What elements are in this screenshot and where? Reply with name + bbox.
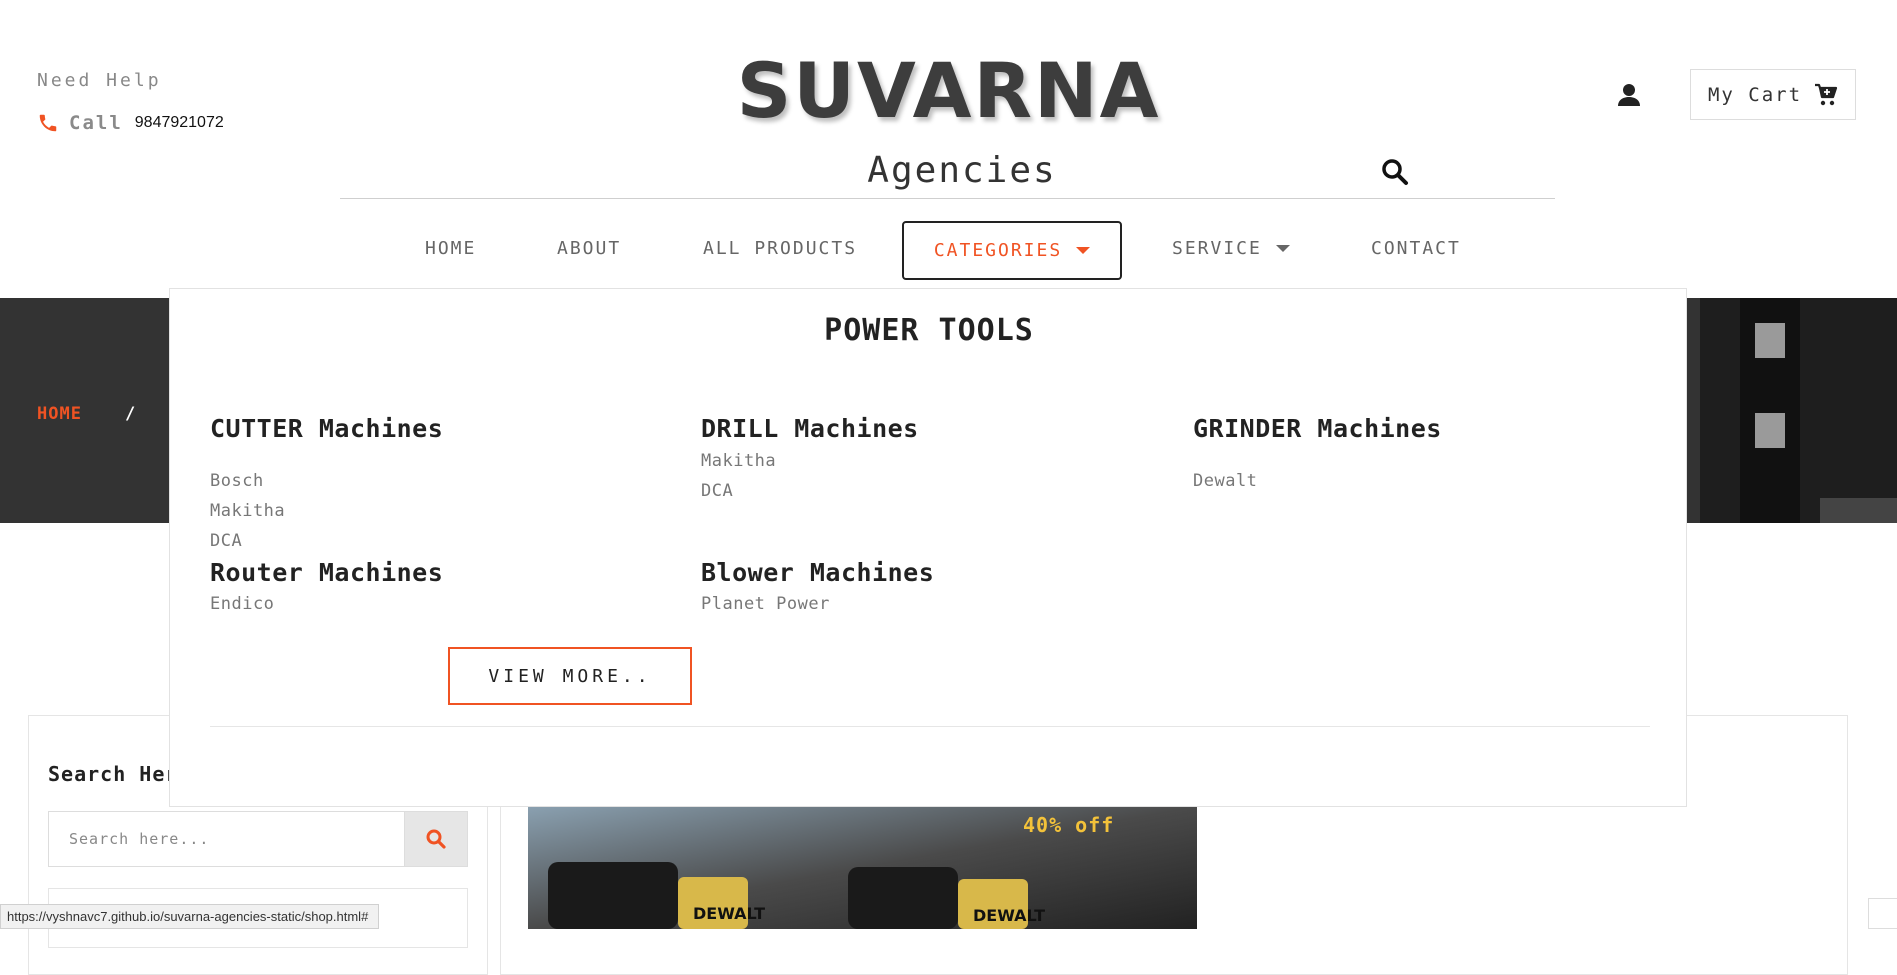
cart-plus-icon [1815, 83, 1838, 105]
category-drill-title[interactable]: DRILL Machines [701, 414, 919, 443]
need-help-label: Need Help [37, 70, 162, 91]
scroll-widget[interactable] [1868, 898, 1897, 929]
header-divider [340, 198, 1555, 199]
phone-icon [39, 114, 57, 132]
nav-service[interactable]: SERVICE [1172, 238, 1290, 259]
brand-subtitle: Agencies [867, 150, 1057, 191]
category-link[interactable]: DCA [210, 531, 242, 551]
breadcrumb-separator: / [125, 404, 136, 424]
nav-categories-label: CATEGORIES [933, 240, 1063, 261]
phone-number[interactable]: 9847921072 [135, 114, 224, 132]
breadcrumb-home[interactable]: HOME [37, 404, 82, 424]
category-link[interactable]: DCA [701, 481, 733, 501]
nav-all-products[interactable]: ALL PRODUCTS [703, 238, 857, 259]
mega-menu-title: POWER TOOLS [824, 313, 1034, 348]
nav-categories[interactable]: CATEGORIES [902, 221, 1122, 280]
category-blower-title[interactable]: Blower Machines [701, 558, 934, 587]
nav-home[interactable]: HOME [425, 238, 476, 259]
discount-badge: 40% off [1023, 813, 1115, 837]
category-grinder-title[interactable]: GRINDER Machines [1193, 414, 1442, 443]
nav-contact[interactable]: CONTACT [1371, 238, 1461, 259]
brand-title[interactable]: SUVARNA [737, 46, 1161, 135]
mega-menu-divider [210, 726, 1650, 727]
category-router-title[interactable]: Router Machines [210, 558, 443, 587]
nav-about[interactable]: ABOUT [557, 238, 621, 259]
product-brand-text: DEWALT [973, 906, 1045, 925]
user-icon[interactable] [1616, 82, 1642, 108]
category-link[interactable]: Planet Power [701, 594, 830, 614]
category-link[interactable]: Makitha [210, 501, 285, 521]
my-cart-button[interactable]: My Cart [1690, 69, 1856, 120]
category-link[interactable]: Dewalt [1193, 471, 1257, 491]
sidebar-search-input[interactable] [48, 811, 404, 867]
category-cutter-title[interactable]: CUTTER Machines [210, 414, 443, 443]
brand: SUVARNA [0, 46, 1897, 135]
nav-service-label: SERVICE [1172, 238, 1262, 259]
chevron-down-icon [1076, 247, 1091, 254]
categories-mega-menu: POWER TOOLS CUTTER Machines Bosch Makith… [169, 288, 1687, 807]
category-link[interactable]: Bosch [210, 471, 264, 491]
category-link[interactable]: Makitha [701, 451, 776, 471]
chevron-down-icon [1275, 245, 1290, 252]
sidebar-search-button[interactable] [404, 811, 468, 867]
cart-label: My Cart [1707, 83, 1803, 106]
search-icon [426, 829, 446, 849]
view-more-button[interactable]: VIEW MORE.. [448, 647, 692, 705]
category-link[interactable]: Endico [210, 594, 274, 614]
product-brand-text: DEWALT [693, 904, 765, 923]
status-bar-url: https://vyshnavc7.github.io/suvarna-agen… [0, 904, 380, 929]
call-label: Call [69, 112, 123, 134]
search-icon[interactable] [1380, 157, 1410, 187]
call-row: Call 9847921072 [37, 112, 224, 134]
